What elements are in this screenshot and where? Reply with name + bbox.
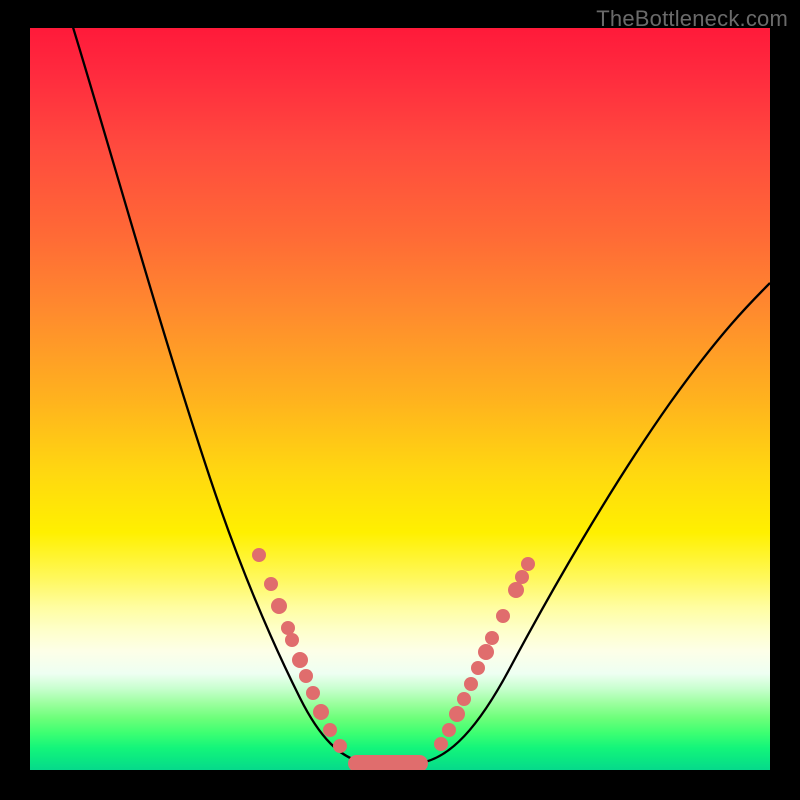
marker-dot bbox=[449, 706, 465, 722]
marker-dot bbox=[464, 677, 478, 691]
marker-dot bbox=[285, 633, 299, 647]
chart-frame: TheBottleneck.com bbox=[0, 0, 800, 800]
marker-dot bbox=[508, 582, 524, 598]
marker-dot bbox=[434, 737, 448, 751]
plot-area bbox=[30, 28, 770, 770]
marker-dot bbox=[264, 577, 278, 591]
marker-dot bbox=[457, 692, 471, 706]
bottleneck-curve bbox=[72, 28, 770, 763]
marker-dot bbox=[323, 723, 337, 737]
marker-dot bbox=[281, 621, 295, 635]
marker-dot bbox=[333, 739, 347, 753]
marker-dot bbox=[521, 557, 535, 571]
marker-dot bbox=[306, 686, 320, 700]
marker-dot bbox=[442, 723, 456, 737]
curve-overlay bbox=[30, 28, 770, 770]
marker-dot bbox=[252, 548, 266, 562]
marker-dot bbox=[471, 661, 485, 675]
marker-dot bbox=[478, 644, 494, 660]
marker-dot bbox=[299, 669, 313, 683]
marker-dot bbox=[313, 704, 329, 720]
marker-dot bbox=[485, 631, 499, 645]
minimum-band-marker bbox=[348, 755, 428, 770]
marker-dot bbox=[496, 609, 510, 623]
marker-dot bbox=[515, 570, 529, 584]
marker-dot bbox=[271, 598, 287, 614]
marker-dot bbox=[292, 652, 308, 668]
